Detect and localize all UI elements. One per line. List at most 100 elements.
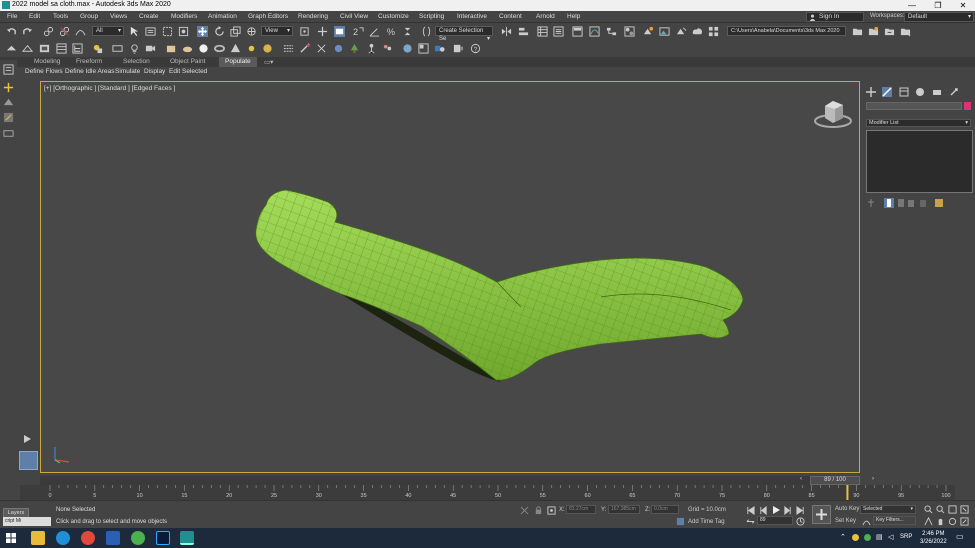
effects-icon[interactable] <box>453 43 464 54</box>
modify-tab-icon[interactable] <box>882 87 892 97</box>
orbit-icon[interactable] <box>948 517 957 526</box>
menu-customize[interactable]: Customize <box>378 13 409 20</box>
modifier-list-dropdown[interactable]: Modifier List ▾ <box>866 119 971 127</box>
sphere-icon[interactable] <box>198 43 209 54</box>
project-settings-icon[interactable] <box>900 26 911 37</box>
environment-icon[interactable] <box>434 43 445 54</box>
viewport-layout-icon[interactable] <box>6 43 17 54</box>
menu-scripting[interactable]: Scripting <box>419 13 444 20</box>
sun-icon[interactable] <box>246 43 257 54</box>
modifier-stack[interactable] <box>866 130 973 193</box>
current-frame-field[interactable]: 89 <box>757 516 793 525</box>
simulate-button[interactable]: Simulate <box>115 68 140 75</box>
menu-civil-view[interactable]: Civil View <box>340 13 368 20</box>
object-name-field[interactable] <box>866 102 962 110</box>
camera-icon[interactable] <box>145 43 156 54</box>
container-icon[interactable] <box>39 43 50 54</box>
rectangular-selection-icon[interactable] <box>162 26 173 37</box>
spinner-snap-icon[interactable] <box>402 26 413 37</box>
tab-selection[interactable]: Selection <box>123 58 150 65</box>
restore-icon[interactable]: ❐ <box>926 0 950 11</box>
tray-chevron-icon[interactable]: ⌃ <box>840 533 846 541</box>
field-of-view-icon[interactable] <box>924 517 933 526</box>
layer-explorer-icon[interactable] <box>553 26 564 37</box>
light-icon[interactable] <box>129 43 140 54</box>
snapshot-icon[interactable] <box>300 43 311 54</box>
default-in-out-tangents-icon[interactable] <box>862 517 871 526</box>
toggle-ribbon-icon[interactable] <box>572 26 583 37</box>
select-object-icon[interactable] <box>129 26 140 37</box>
project-path-dropdown[interactable]: C:\Users\Anabela\Documents\3ds Max 2020 <box>727 26 846 36</box>
undo-icon[interactable] <box>6 26 17 37</box>
trash-icon[interactable] <box>918 198 928 208</box>
gold-sphere-icon[interactable] <box>262 43 273 54</box>
select-by-name-icon[interactable] <box>145 26 156 37</box>
curve-editor-icon[interactable] <box>589 26 600 37</box>
system-clock[interactable]: 2:46 PM 3/26/2022 <box>920 530 947 546</box>
pivot-center-icon[interactable] <box>299 26 310 37</box>
x-coordinate-field[interactable]: 83.27cm <box>566 505 596 514</box>
edit-selected-button[interactable]: Edit Selected <box>169 68 207 75</box>
reference-coord-dropdown[interactable]: View ▾ <box>261 26 293 36</box>
play-icon[interactable] <box>771 505 781 515</box>
named-selection-dropdown[interactable]: Create Selection Se ▾ <box>435 26 493 42</box>
tray-sync-icon[interactable] <box>864 534 871 541</box>
time-slider-thumb[interactable]: 89 / 100 <box>810 476 860 485</box>
menu-tools[interactable]: Tools <box>53 13 68 20</box>
schematic-view-icon[interactable] <box>606 26 617 37</box>
create-tab-icon[interactable] <box>866 87 876 97</box>
array-icon[interactable] <box>283 43 294 54</box>
language-indicator[interactable]: SRP <box>900 534 912 540</box>
display-panel-icon[interactable] <box>3 96 14 107</box>
scene-states-icon[interactable] <box>22 43 33 54</box>
menu-animation[interactable]: Animation <box>208 13 237 20</box>
open-project-icon[interactable] <box>852 26 863 37</box>
zoom-icon[interactable] <box>924 505 933 514</box>
minimize-icon[interactable]: — <box>900 0 924 11</box>
menu-graph-editors[interactable]: Graph Editors <box>248 13 288 20</box>
scene-explorer-toggle-icon[interactable] <box>3 64 14 75</box>
photoshop-icon[interactable] <box>156 531 170 545</box>
next-frame-icon[interactable]: › <box>872 476 874 482</box>
move-icon[interactable] <box>197 26 208 37</box>
ribbon-options-icon[interactable]: ▭▾ <box>264 58 273 66</box>
redo-icon[interactable] <box>22 26 33 37</box>
object-color-swatch[interactable] <box>964 102 971 110</box>
y-coordinate-field[interactable]: 167.385cm <box>608 505 640 514</box>
material-editor-icon[interactable] <box>624 26 635 37</box>
go-to-end-icon[interactable] <box>796 506 805 515</box>
workspaces-dropdown[interactable]: Default ▾ <box>904 12 974 22</box>
word-icon[interactable] <box>106 531 120 545</box>
display-button[interactable]: Display <box>144 68 165 75</box>
menu-file[interactable]: File <box>7 13 17 20</box>
menu-content[interactable]: Content <box>499 13 522 20</box>
next-frame-button-icon[interactable] <box>783 506 792 515</box>
pan-icon[interactable] <box>936 517 945 526</box>
cone-icon[interactable] <box>230 43 241 54</box>
configure-modifier-sets-icon[interactable] <box>934 198 944 208</box>
menu-help[interactable]: Help <box>567 13 580 20</box>
menu-views[interactable]: Views <box>110 13 127 20</box>
hierarchy-tab-icon[interactable] <box>899 87 909 97</box>
viewport-orthographic[interactable]: [+] [Orthographic ] [Standard ] [Edged F… <box>40 81 860 473</box>
menu-modifiers[interactable]: Modifiers <box>171 13 197 20</box>
mirror-icon[interactable] <box>501 26 512 37</box>
menu-arnold[interactable]: Arnold <box>536 13 555 20</box>
add-time-tag[interactable]: Add Time Tag <box>688 519 725 525</box>
key-filters-button[interactable]: Key Filters... <box>873 516 916 525</box>
network-icon[interactable]: ▤ <box>876 533 883 541</box>
zoom-extents-icon[interactable] <box>948 505 957 514</box>
percent-snap-icon[interactable]: % <box>386 26 397 37</box>
chrome-icon[interactable] <box>81 531 95 545</box>
absolute-mode-icon[interactable] <box>547 506 556 515</box>
box-icon[interactable] <box>166 43 177 54</box>
define-flows-button[interactable]: Define Flows <box>25 68 63 75</box>
auto-key-button[interactable]: Auto Key <box>835 506 859 512</box>
sign-in-button[interactable]: Sign In <box>806 12 864 22</box>
tab-populate[interactable]: Populate <box>219 57 257 67</box>
menu-create[interactable]: Create <box>139 13 159 20</box>
key-mode-toggle-icon[interactable] <box>746 517 755 526</box>
time-tag-icon[interactable] <box>676 517 685 526</box>
z-coordinate-field[interactable]: 0.0cm <box>651 505 679 514</box>
render-globe-icon[interactable] <box>402 43 413 54</box>
